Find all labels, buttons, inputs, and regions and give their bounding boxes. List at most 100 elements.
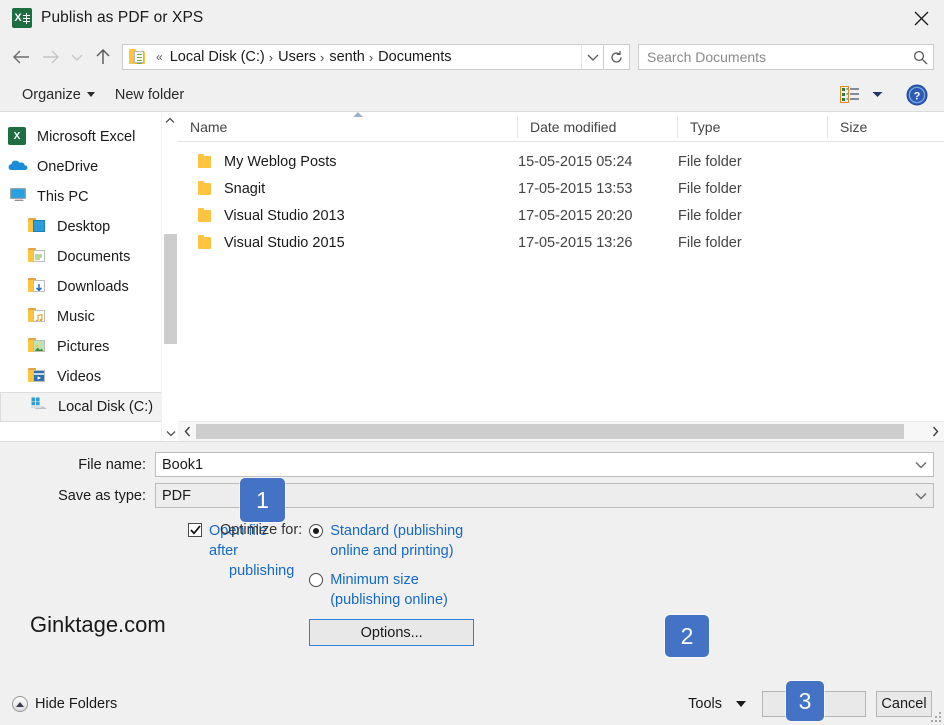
sidebar-item-label: Local Disk (C:) — [58, 399, 153, 415]
column-header-type[interactable]: Type — [678, 116, 828, 138]
file-type-cell: File folder — [678, 181, 828, 197]
sidebar-item-onedrive[interactable]: OneDrive — [0, 152, 178, 182]
pictures-folder-icon — [28, 337, 50, 357]
resize-grip[interactable] — [927, 708, 941, 722]
column-header-size[interactable]: Size — [828, 116, 908, 138]
file-browser: X Microsoft Excel OneDrive — [0, 112, 944, 442]
open-after-publishing-checkbox[interactable] — [188, 523, 202, 537]
window-title: Publish as PDF or XPS — [41, 9, 203, 27]
table-row[interactable]: My Weblog Posts 15-05-2015 05:24 File fo… — [178, 148, 944, 175]
organize-label: Organize — [22, 87, 81, 103]
breadcrumb-item-0[interactable]: Local Disk (C:) — [167, 49, 268, 65]
back-arrow-icon[interactable] — [6, 42, 36, 72]
scroll-left-arrow-icon[interactable] — [178, 422, 196, 441]
horizontal-scrollbar[interactable] — [178, 421, 944, 441]
cancel-button[interactable]: Cancel — [876, 691, 932, 717]
refresh-icon[interactable] — [604, 44, 630, 70]
file-type-cell: File folder — [678, 208, 828, 224]
documents-folder-icon — [28, 247, 50, 267]
search-box[interactable] — [638, 44, 934, 70]
sidebar-item-documents[interactable]: Documents — [0, 242, 178, 272]
sidebar-item-videos[interactable]: Videos — [0, 362, 178, 392]
chevron-down-icon[interactable] — [909, 461, 933, 469]
scroll-up-arrow-icon[interactable] — [162, 112, 178, 129]
radio-minimum-size[interactable] — [309, 573, 323, 587]
watermark-text: Ginktage.com — [30, 612, 166, 638]
column-header-row: Name Date modified Type Size — [178, 112, 944, 142]
scroll-right-arrow-icon[interactable] — [926, 422, 944, 441]
radio-standard-row[interactable]: Standard (publishing online and printing… — [309, 521, 474, 561]
command-bar-right: ? — [836, 82, 934, 108]
options-button[interactable]: Options... — [309, 619, 474, 646]
radio-minimum-size-row[interactable]: Minimum size (publishing online) — [309, 570, 474, 610]
sidebar-item-label: Documents — [57, 249, 130, 265]
sidebar-scrollbar[interactable] — [161, 112, 178, 441]
column-header-date-modified[interactable]: Date modified — [518, 116, 678, 138]
breadcrumb-item-2[interactable]: senth — [326, 49, 367, 65]
breadcrumb-prefix: « — [152, 50, 167, 64]
sidebar-item-local-disk-c[interactable]: Local Disk (C:) — [0, 392, 178, 422]
desktop-folder-icon — [28, 217, 50, 237]
horizontal-scroll-track[interactable] — [196, 422, 926, 441]
new-folder-button[interactable]: New folder — [105, 82, 194, 108]
radio-standard[interactable] — [309, 524, 323, 538]
this-pc-icon — [8, 187, 30, 207]
videos-folder-icon — [28, 367, 50, 387]
breadcrumb-separator: › — [268, 50, 275, 65]
radio-minimum-line2: (publishing online) — [330, 590, 448, 610]
table-row[interactable]: Visual Studio 2013 17-05-2015 20:20 File… — [178, 202, 944, 229]
callout-badge-2: 2 — [665, 615, 709, 657]
breadcrumb-separator: › — [319, 50, 326, 65]
file-type-cell: File folder — [678, 235, 828, 251]
organize-button[interactable]: Organize — [12, 82, 105, 108]
sidebar-item-pictures[interactable]: Pictures — [0, 332, 178, 362]
music-folder-icon — [28, 307, 50, 327]
table-row[interactable]: Visual Studio 2015 17-05-2015 13:26 File… — [178, 229, 944, 256]
sidebar-item-label: Desktop — [57, 219, 110, 235]
chevron-down-icon[interactable] — [909, 492, 933, 500]
table-row[interactable]: Snagit 17-05-2015 13:53 File folder — [178, 175, 944, 202]
recent-locations-chevron-down-icon[interactable] — [66, 42, 88, 72]
up-arrow-icon[interactable] — [88, 42, 118, 72]
search-icon[interactable] — [907, 50, 933, 65]
close-icon[interactable] — [898, 0, 944, 36]
folder-icon — [198, 181, 213, 196]
horizontal-scroll-thumb[interactable] — [196, 424, 904, 439]
search-input[interactable] — [639, 48, 907, 66]
chevron-down-icon — [736, 701, 746, 707]
sidebar-item-downloads[interactable]: Downloads — [0, 272, 178, 302]
breadcrumb-item-3[interactable]: Documents — [375, 49, 454, 65]
file-name-label: Visual Studio 2013 — [224, 208, 345, 224]
address-chevron-down-icon[interactable] — [581, 45, 603, 69]
tools-label: Tools — [688, 696, 722, 712]
sidebar-item-desktop[interactable]: Desktop — [0, 212, 178, 242]
file-name-input[interactable] — [156, 456, 909, 474]
column-header-name[interactable]: Name — [178, 116, 518, 138]
help-icon[interactable]: ? — [900, 82, 934, 108]
scroll-down-arrow-icon[interactable] — [162, 425, 178, 441]
publish-as-pdf-dialog: X Publish as PDF or XPS « Local Disk (C — [0, 0, 944, 725]
forward-arrow-icon[interactable] — [36, 42, 66, 72]
file-name-cell: Visual Studio 2013 — [178, 208, 518, 224]
hide-folders-button[interactable]: Hide Folders — [12, 696, 117, 712]
optimize-for-label: Optimize for: — [220, 521, 302, 646]
sidebar-item-microsoft-excel[interactable]: X Microsoft Excel — [0, 122, 178, 152]
breadcrumb-item-1[interactable]: Users — [275, 49, 319, 65]
folder-icon — [198, 208, 213, 223]
file-name-label: My Weblog Posts — [224, 154, 337, 170]
tools-button[interactable]: Tools — [682, 696, 752, 712]
open-file-after-publishing-checkbox-row[interactable]: Open file after publishing — [188, 521, 220, 581]
sidebar-item-label: Videos — [57, 369, 101, 385]
sidebar-item-music[interactable]: Music — [0, 302, 178, 332]
view-chevron-down-icon[interactable] — [866, 83, 888, 107]
file-date-cell: 17-05-2015 20:20 — [518, 208, 678, 224]
sort-ascending-icon — [353, 112, 363, 117]
sidebar-item-label: OneDrive — [37, 159, 98, 175]
view-options-icon[interactable] — [836, 83, 864, 107]
optimize-for-group: Optimize for: Standard (publishing onlin… — [220, 521, 474, 646]
command-bar: Organize New folder — [0, 78, 944, 112]
file-name-combobox[interactable] — [155, 452, 934, 477]
address-bar[interactable]: « Local Disk (C:) › Users › senth › Docu… — [122, 44, 604, 70]
sidebar-item-this-pc[interactable]: This PC — [0, 182, 178, 212]
sidebar-scroll-thumb[interactable] — [164, 234, 177, 344]
